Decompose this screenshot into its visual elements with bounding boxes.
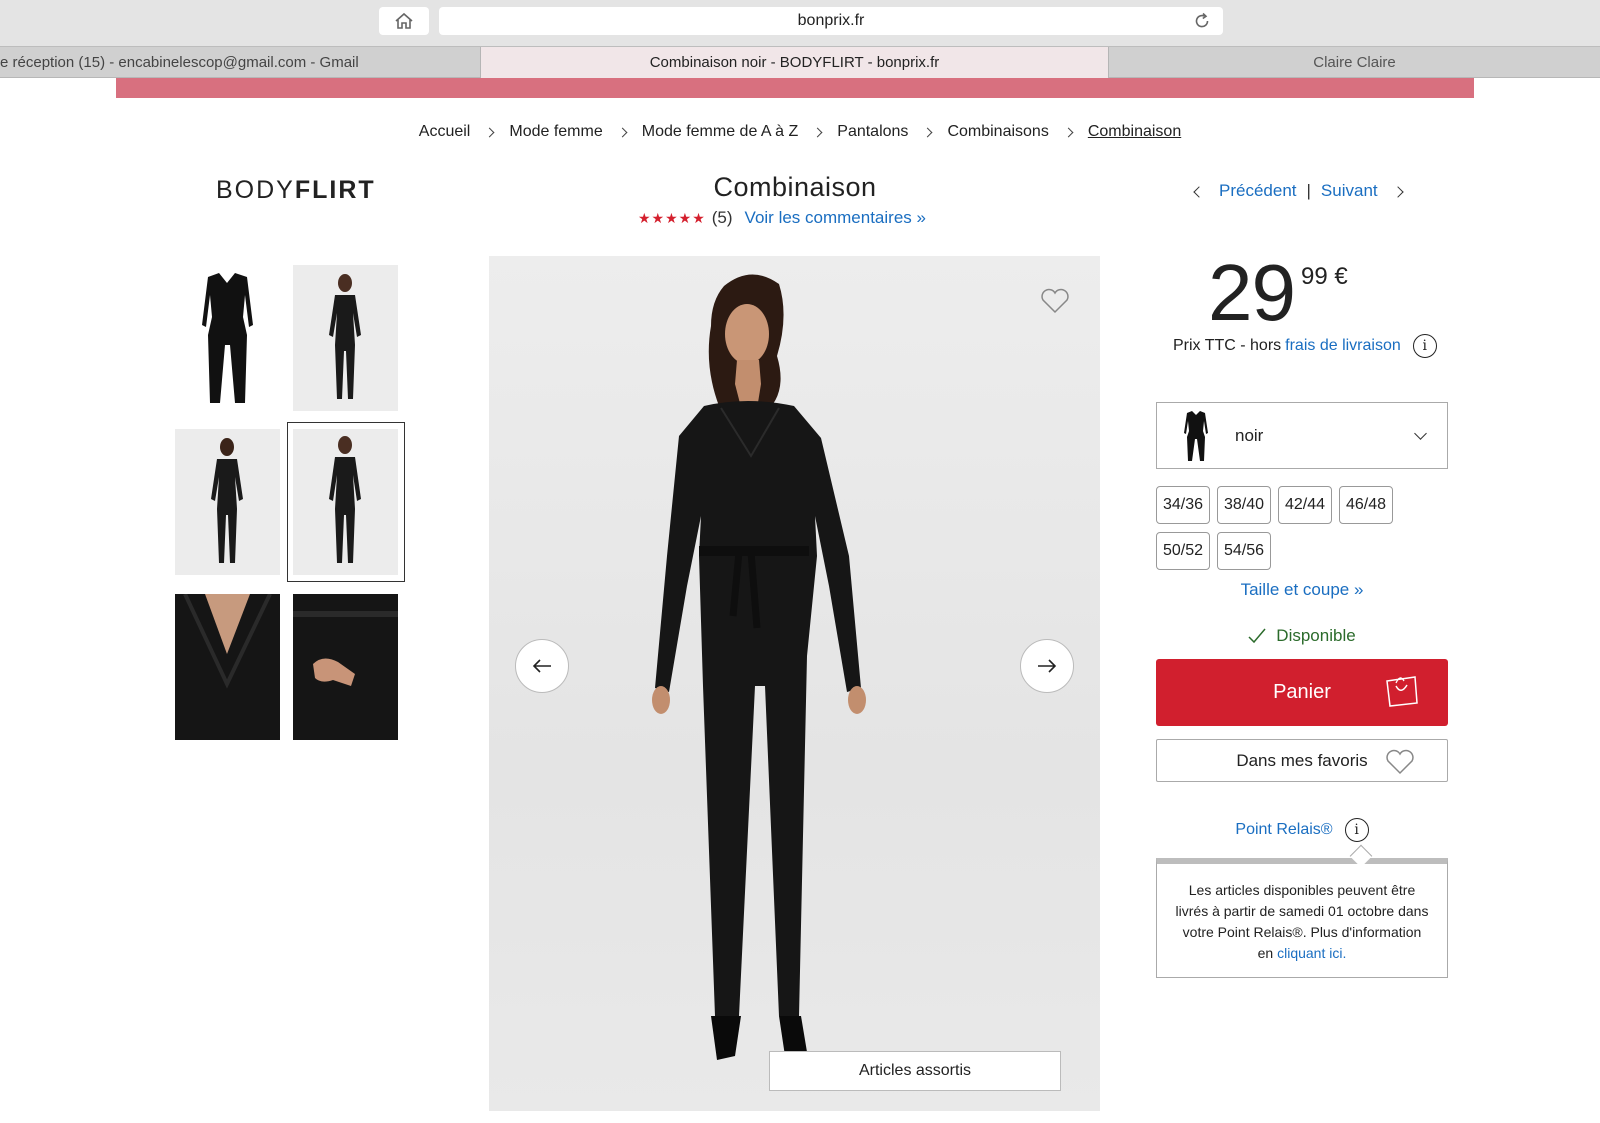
size-option[interactable]: 38/40 (1217, 486, 1271, 524)
main-product-image[interactable]: Articles assortis (489, 256, 1100, 1111)
thumb-detail-pocket[interactable] (293, 594, 398, 740)
add-to-cart-button[interactable]: Panier (1156, 659, 1448, 726)
point-relais-tooltip: Les articles disponibles peuvent être li… (1156, 844, 1448, 978)
tab-label: e réception (15) - encabinelescop@gmail.… (0, 54, 359, 71)
chevron-down-icon (1414, 427, 1427, 440)
availability-text: Disponible (1276, 626, 1356, 645)
chevron-right-icon (922, 127, 933, 137)
tab-gmail[interactable]: e réception (15) - encabinelescop@gmail.… (0, 47, 481, 78)
model-figure (652, 274, 866, 1060)
tab-label: Combinaison noir - BODYFLIRT - bonprix.f… (649, 54, 940, 71)
browser-toolbar: bonprix.fr (0, 0, 1600, 46)
chevron-right-icon (812, 127, 823, 137)
size-option[interactable]: 50/52 (1156, 532, 1210, 570)
size-option[interactable]: 54/56 (1217, 532, 1271, 570)
color-swatch-thumbnail (1184, 410, 1208, 461)
thumb-model-front[interactable] (293, 265, 398, 411)
thumbnail-selection-frame (287, 422, 405, 582)
size-option[interactable]: 42/44 (1278, 486, 1332, 524)
size-guide-link[interactable]: Taille et coupe » (1156, 580, 1448, 600)
product-rating: ★★★★★ (5) Voir les commentaires » (638, 208, 926, 228)
url-text: bonprix.fr (797, 12, 865, 29)
tooltip-pointer (1349, 844, 1373, 868)
size-option[interactable]: 46/48 (1339, 486, 1393, 524)
info-icon[interactable]: i (1344, 818, 1369, 842)
reviews-link[interactable]: Voir les commentaires » (745, 208, 926, 228)
home-button[interactable] (379, 7, 429, 35)
favorites-button-label: Dans mes favoris (1236, 750, 1368, 770)
point-relais-info-link[interactable]: cliquant ici. (1277, 945, 1346, 961)
pagination-separator: | (1306, 181, 1311, 200)
matching-items-button[interactable]: Articles assortis (769, 1051, 1061, 1091)
breadcrumb-current[interactable]: Combinaison (1088, 123, 1181, 141)
arrow-right-icon (1038, 659, 1057, 673)
breadcrumb-combinaisons[interactable]: Combinaisons (947, 123, 1048, 141)
shopping-bag-icon (1386, 676, 1418, 707)
chevron-right-icon (617, 127, 628, 137)
previous-link[interactable]: Précédent (1219, 181, 1297, 201)
availability-status: Disponible (1156, 626, 1448, 646)
check-icon (1248, 628, 1266, 644)
star-rating-icon: ★★★★★ (638, 209, 706, 226)
shipping-fees-link[interactable]: frais de livraison (1285, 337, 1401, 355)
thumb-model-back[interactable] (175, 429, 280, 575)
size-option[interactable]: 34/36 (1156, 486, 1210, 524)
review-count: (5) (711, 208, 733, 227)
product-pagination: Précédent | Suivant (1193, 181, 1404, 201)
next-image-button[interactable] (1020, 639, 1074, 693)
size-options: 34/36 38/40 42/44 46/48 50/52 54/56 (1156, 486, 1416, 570)
cart-button-label: Panier (1273, 681, 1331, 703)
price-decimal: 99 € (1300, 263, 1348, 290)
thumb-detail-neckline[interactable] (175, 594, 280, 740)
promo-banner (116, 78, 1474, 98)
chevron-right-icon (1063, 127, 1074, 137)
price-note-text: Prix TTC - hors (1173, 337, 1282, 354)
tab-bar: e réception (15) - encabinelescop@gmail.… (0, 46, 1600, 78)
address-bar[interactable]: bonprix.fr (439, 7, 1223, 35)
info-icon[interactable]: i (1412, 334, 1437, 358)
home-icon (395, 12, 413, 29)
breadcrumb-mode-femme-az[interactable]: Mode femme de A à Z (642, 123, 799, 141)
breadcrumb-pantalons[interactable]: Pantalons (837, 123, 908, 141)
price-note: Prix TTC - hors frais de livraison i (1173, 334, 1437, 358)
chevron-right-icon (484, 127, 495, 137)
next-link[interactable]: Suivant (1321, 181, 1378, 201)
selected-color: noir (1235, 425, 1264, 445)
thumb-flat-front[interactable] (175, 265, 280, 411)
tab-label: Claire Claire (1313, 54, 1396, 71)
price-integer: 29 (1208, 248, 1296, 337)
breadcrumb-mode-femme[interactable]: Mode femme (509, 123, 602, 141)
point-relais: Point Relais® i (1156, 818, 1448, 842)
chevron-left-icon (1193, 186, 1205, 198)
color-select[interactable]: noir (1156, 402, 1448, 469)
add-to-favorites-button[interactable]: Dans mes favoris (1156, 739, 1448, 782)
chevron-right-icon (1391, 186, 1404, 198)
reload-icon[interactable] (1193, 12, 1211, 35)
price: 29 99 € (1208, 253, 1348, 333)
heart-icon (1386, 749, 1414, 775)
point-relais-link[interactable]: Point Relais® (1235, 821, 1332, 839)
heart-icon[interactable] (1040, 288, 1070, 319)
arrow-left-icon (532, 659, 551, 673)
breadcrumb-accueil[interactable]: Accueil (419, 123, 471, 141)
previous-image-button[interactable] (515, 639, 569, 693)
breadcrumb: Accueil Mode femme Mode femme de A à Z P… (0, 123, 1600, 141)
tab-claire[interactable]: Claire Claire (1109, 47, 1600, 78)
tab-bonprix[interactable]: Combinaison noir - BODYFLIRT - bonprix.f… (481, 47, 1109, 78)
